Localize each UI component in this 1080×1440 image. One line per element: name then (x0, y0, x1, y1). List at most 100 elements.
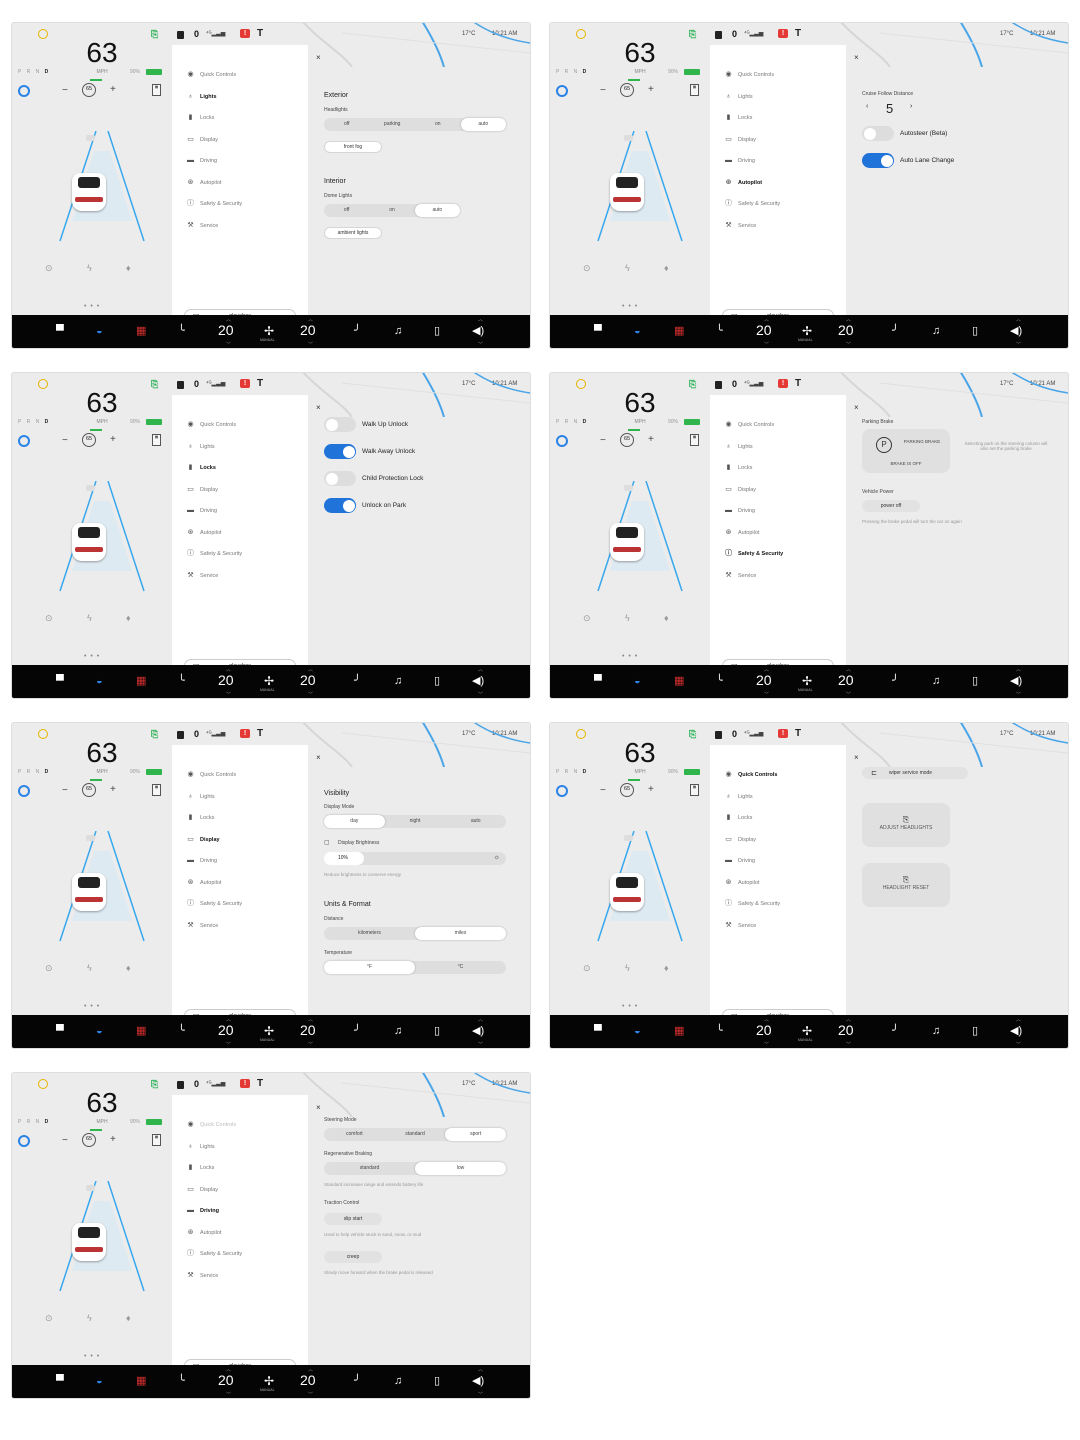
autosteer-wheel-icon[interactable] (556, 85, 568, 97)
left-temp-up-icon[interactable]: ︿ (226, 666, 231, 673)
menu-item-quick-controls[interactable]: ◉ Quick Controls (724, 769, 777, 781)
menu-item-locks[interactable]: ▮ Locks (186, 812, 215, 824)
menu-item-autopilot[interactable]: ⊛ Autopilot (724, 527, 760, 539)
menu-item-autopilot[interactable]: ⊛ Autopilot (186, 527, 222, 539)
music-icon[interactable]: ♫ (932, 675, 940, 687)
temperature-unit-selector-option[interactable]: °C (415, 961, 506, 974)
headlights-selector-option[interactable]: on (415, 118, 461, 131)
regen-braking-selector-option[interactable]: low (415, 1162, 506, 1175)
fan-speed-icon[interactable]: ⊙ (583, 963, 591, 974)
volume-down-icon[interactable]: ﹀ (478, 691, 483, 698)
speed-increase-button[interactable]: + (110, 84, 116, 95)
left-temp-down-icon[interactable]: ﹀ (764, 341, 769, 348)
lock-icon[interactable] (177, 31, 184, 39)
volume-up-icon[interactable]: ︿ (478, 316, 483, 323)
volume-up-icon[interactable]: ︿ (1016, 316, 1021, 323)
page-dots[interactable]: • • • (622, 303, 638, 310)
tesla-logo[interactable]: T (795, 379, 801, 389)
seat-heater-right-icon[interactable]: ╯ (892, 325, 899, 337)
volume-icon[interactable]: ◀) (1010, 325, 1022, 337)
lock-icon[interactable] (715, 381, 722, 389)
speed-decrease-button[interactable]: − (600, 435, 606, 446)
menu-item-service[interactable]: ⚒ Service (186, 220, 218, 232)
menu-item-locks[interactable]: ▮ Locks (186, 1162, 215, 1174)
charge-bolt-icon[interactable]: ϟ (625, 963, 630, 973)
phone-icon[interactable]: ▯ (972, 675, 978, 687)
alert-badge[interactable]: ! (240, 1079, 250, 1088)
autosteer-wheel-icon[interactable] (18, 85, 30, 97)
toggle-switch[interactable] (862, 153, 894, 168)
defrost-rear-icon[interactable]: ▦ (136, 1375, 146, 1387)
defrost-rear-icon[interactable]: ▦ (136, 1025, 146, 1037)
alert-badge[interactable]: ! (240, 379, 250, 388)
seat-heater-right-icon[interactable]: ╯ (354, 325, 361, 337)
parking-brake-tile[interactable]: P PARKING BRAKE BRAKE IS OFF (862, 429, 950, 473)
microphone-icon[interactable]: ♦ (126, 613, 131, 623)
defrost-front-icon[interactable]: ◒ (96, 1025, 103, 1037)
menu-item-autopilot[interactable]: ⊛ Autopilot (186, 877, 222, 889)
alert-badge[interactable]: ! (240, 729, 250, 738)
toggle-switch[interactable] (324, 444, 356, 459)
car-icon[interactable]: ▀ (56, 675, 64, 687)
speed-increase-button[interactable]: + (648, 434, 654, 445)
display-mode-selector-option[interactable]: night (385, 815, 446, 828)
left-temperature[interactable]: 20 (756, 672, 772, 688)
left-temperature[interactable]: 20 (218, 672, 234, 688)
slip-start-button[interactable]: slip start (324, 1213, 382, 1225)
tesla-logo[interactable]: T (257, 1079, 263, 1089)
distance-unit-selector-option[interactable]: kilometers (324, 927, 415, 940)
alert-badge[interactable]: ! (778, 29, 788, 38)
right-temperature[interactable]: 20 (300, 322, 316, 338)
power-off-button[interactable]: power off (862, 500, 920, 512)
speed-increase-button[interactable]: + (648, 84, 654, 95)
right-temp-up-icon[interactable]: ︿ (308, 666, 313, 673)
fan-icon[interactable]: ✢ (264, 675, 274, 687)
menu-item-service[interactable]: ⚒ Service (186, 920, 218, 932)
menu-item-autopilot[interactable]: ⊛ Autopilot (724, 877, 760, 889)
defrost-rear-icon[interactable]: ▦ (674, 325, 684, 337)
defrost-rear-icon[interactable]: ▦ (674, 1025, 684, 1037)
speed-increase-button[interactable]: + (110, 784, 116, 795)
right-temperature[interactable]: 20 (838, 1022, 854, 1038)
alert-badge[interactable]: ! (778, 379, 788, 388)
defrost-rear-icon[interactable]: ▦ (136, 675, 146, 687)
menu-item-locks[interactable]: ▮ Locks (724, 812, 753, 824)
tesla-logo[interactable]: T (795, 29, 801, 39)
left-temp-up-icon[interactable]: ︿ (226, 1366, 231, 1373)
menu-item-service[interactable]: ⚒ Service (186, 1270, 218, 1282)
volume-up-icon[interactable]: ︿ (1016, 666, 1021, 673)
volume-icon[interactable]: ◀) (1010, 675, 1022, 687)
page-dots[interactable]: • • • (84, 1353, 100, 1360)
menu-item-display[interactable]: ▭ Display (724, 834, 756, 846)
autosteer-wheel-icon[interactable] (18, 785, 30, 797)
menu-item-quick-controls[interactable]: ◉ Quick Controls (724, 419, 774, 431)
music-icon[interactable]: ♫ (932, 325, 940, 337)
phone-icon[interactable]: ▯ (972, 1025, 978, 1037)
volume-icon[interactable]: ◀) (1010, 1025, 1022, 1037)
lock-icon[interactable] (177, 381, 184, 389)
volume-down-icon[interactable]: ﹀ (478, 341, 483, 348)
speed-increase-button[interactable]: + (648, 784, 654, 795)
speed-increase-button[interactable]: + (110, 434, 116, 445)
volume-down-icon[interactable]: ﹀ (1016, 691, 1021, 698)
right-temp-up-icon[interactable]: ︿ (846, 1016, 851, 1023)
page-dots[interactable]: • • • (622, 1003, 638, 1010)
menu-item-service[interactable]: ⚒ Service (186, 570, 218, 582)
dome-lights-selector-option[interactable]: off (324, 204, 369, 217)
left-temperature[interactable]: 20 (218, 322, 234, 338)
music-icon[interactable]: ♫ (394, 325, 402, 337)
menu-item-display[interactable]: ▭ Display (186, 834, 219, 846)
brightness-slider[interactable]: 10% ☼ (324, 852, 506, 865)
close-icon[interactable]: × (316, 53, 321, 62)
dome-lights-selector-option[interactable]: on (369, 204, 414, 217)
menu-item-lights[interactable]: ♁ Lights (186, 91, 217, 103)
phone-icon[interactable]: ▯ (972, 325, 978, 337)
distance-unit-selector-option[interactable]: miles (415, 927, 506, 940)
steering-mode-selector-option[interactable]: sport (445, 1128, 507, 1141)
music-icon[interactable]: ♫ (394, 675, 402, 687)
left-temp-up-icon[interactable]: ︿ (226, 316, 231, 323)
menu-item-driving[interactable]: ▬ Driving (186, 855, 217, 867)
volume-icon[interactable]: ◀) (472, 325, 484, 337)
seat-heater-left-icon[interactable]: ╰ (178, 1375, 185, 1387)
charge-bolt-icon[interactable]: ϟ (87, 263, 92, 273)
